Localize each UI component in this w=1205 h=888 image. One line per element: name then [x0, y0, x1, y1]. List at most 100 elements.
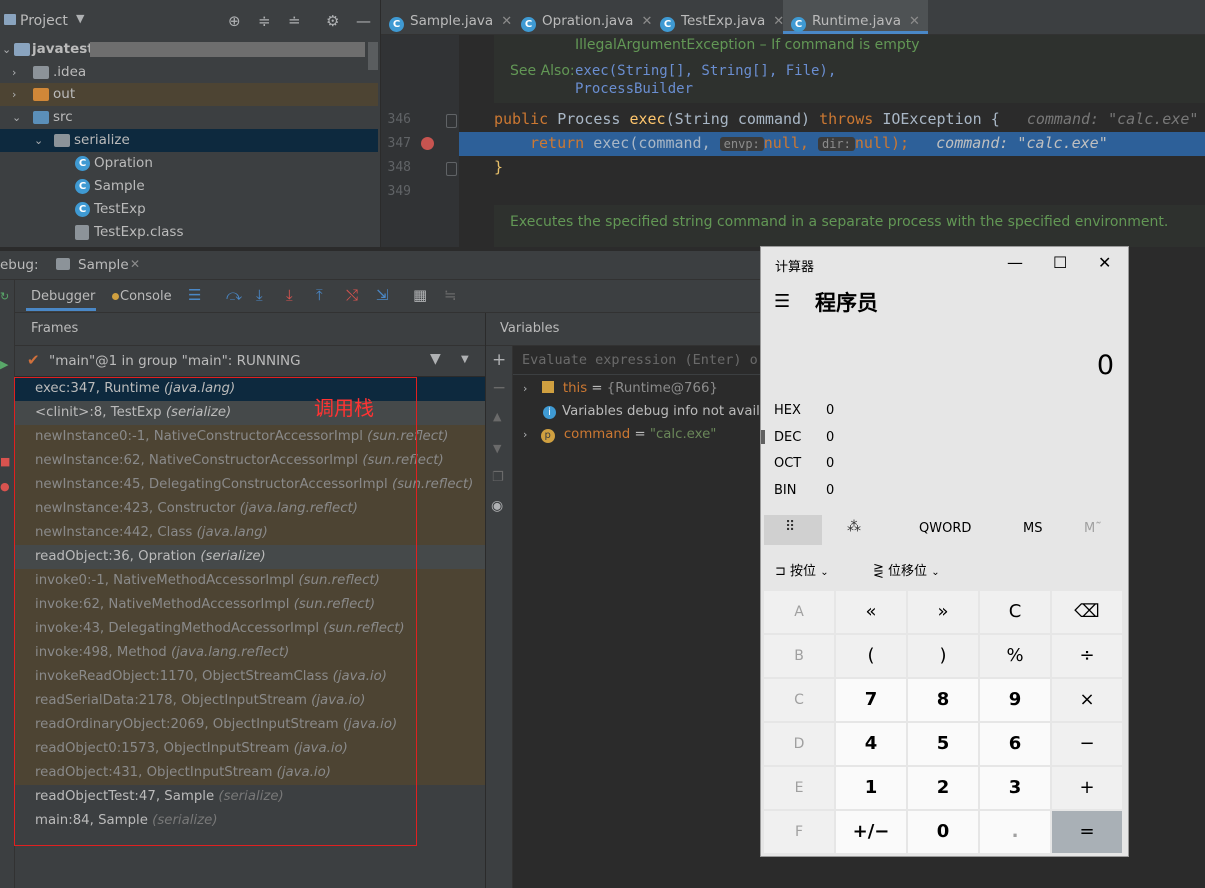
calc-key[interactable]: )	[908, 635, 978, 677]
calc-key[interactable]: B	[764, 635, 834, 677]
stop-icon[interactable]: ■	[0, 455, 10, 468]
bitshift-dropdown[interactable]: ⋛ 位移位 ⌄	[873, 560, 940, 579]
close-icon[interactable]: ✕	[1098, 253, 1111, 272]
tree-item-out[interactable]: › out	[0, 83, 378, 106]
fold-icon[interactable]	[446, 114, 457, 128]
calc-key[interactable]: E	[764, 767, 834, 809]
calc-key[interactable]: D	[764, 723, 834, 765]
tree-item-idea[interactable]: › .idea	[0, 61, 378, 84]
chevron-right-icon[interactable]: ›	[12, 83, 16, 106]
collapse-all-icon[interactable]: ≐	[288, 12, 301, 30]
calc-key[interactable]: 4	[836, 723, 906, 765]
var-this[interactable]: › this = {Runtime@766}	[523, 381, 718, 396]
calc-key[interactable]: .	[980, 811, 1050, 853]
memory-button[interactable]: M˜	[1084, 521, 1102, 536]
calc-key[interactable]: F	[764, 811, 834, 853]
layout-icon[interactable]: ☰	[188, 286, 201, 304]
var-command[interactable]: › p command = "calc.exe"	[523, 427, 716, 443]
calc-key[interactable]: 3	[980, 767, 1050, 809]
hide-icon[interactable]: —	[356, 12, 371, 30]
doc-see-also-link[interactable]: exec(String[], String[], File),	[575, 63, 836, 79]
tree-item-src[interactable]: ⌄ src	[0, 106, 378, 129]
remove-icon[interactable]: −	[492, 378, 506, 398]
calc-key[interactable]: 0	[908, 811, 978, 853]
show-execution-point-icon[interactable]: ⤼	[226, 286, 242, 304]
locate-icon[interactable]: ⊕	[228, 12, 241, 30]
fold-icon[interactable]	[446, 162, 457, 176]
breakpoint-icon[interactable]	[421, 137, 434, 150]
radix-hex[interactable]: HEX 0	[774, 403, 834, 418]
calc-key[interactable]: 2	[908, 767, 978, 809]
chevron-down-icon[interactable]: ▼	[461, 354, 469, 365]
calc-key[interactable]: «	[836, 591, 906, 633]
calc-key[interactable]: =	[1052, 811, 1122, 853]
bit-toggle-icon[interactable]: ⁂	[847, 519, 861, 535]
expand-all-icon[interactable]: ≑	[258, 12, 271, 30]
calc-key[interactable]: −	[1052, 723, 1122, 765]
chevron-down-icon[interactable]: ▼	[76, 12, 84, 25]
step-into-icon[interactable]: ⤓	[286, 286, 293, 304]
calc-key[interactable]: 5	[908, 723, 978, 765]
calc-key[interactable]: (	[836, 635, 906, 677]
thread-selector[interactable]: ✔ "main"@1 in group "main": RUNNING ▼ ▼	[15, 346, 485, 376]
resume-icon[interactable]: ▶	[0, 358, 8, 371]
rerun-icon[interactable]: ↻	[0, 290, 9, 303]
filter-icon[interactable]: ▼	[430, 351, 441, 367]
debug-session-tab[interactable]: Sample	[78, 257, 129, 273]
calc-key[interactable]: %	[980, 635, 1050, 677]
calc-key[interactable]: 7	[836, 679, 906, 721]
calc-key[interactable]: A	[764, 591, 834, 633]
evaluate-icon[interactable]: ▦	[413, 286, 427, 304]
tree-item-opration[interactable]: C Opration	[0, 152, 378, 175]
drop-frame-icon[interactable]: ⤭	[346, 286, 358, 304]
close-icon[interactable]: ✕	[641, 14, 652, 29]
memory-store-button[interactable]: MS	[1023, 521, 1042, 536]
tab-console[interactable]: Console	[120, 289, 172, 304]
step-out-icon[interactable]: ⤒	[316, 286, 323, 304]
calc-key[interactable]: C	[764, 679, 834, 721]
tab-opration-java[interactable]: C Opration.java ✕	[521, 0, 652, 34]
close-icon[interactable]: ✕	[909, 14, 920, 29]
calc-key[interactable]: 1	[836, 767, 906, 809]
close-icon[interactable]: ✕	[130, 257, 140, 271]
calc-key[interactable]: ⌫	[1052, 591, 1122, 633]
radix-oct[interactable]: OCT 0	[774, 456, 834, 471]
calc-key[interactable]: ×	[1052, 679, 1122, 721]
tab-sample-java[interactable]: C Sample.java ✕	[389, 0, 512, 34]
step-over-icon[interactable]: ⤓	[256, 286, 263, 304]
breakpoints-icon[interactable]: ●	[0, 480, 10, 493]
hamburger-menu-icon[interactable]: ☰	[774, 291, 790, 312]
copy-icon[interactable]: ❐	[492, 470, 504, 485]
radix-bin[interactable]: BIN 0	[774, 483, 834, 498]
run-to-cursor-icon[interactable]: ⇲	[376, 286, 389, 304]
tree-item-sample[interactable]: C Sample	[0, 175, 378, 198]
calc-key[interactable]: 8	[908, 679, 978, 721]
arrow-up-icon[interactable]: ▲	[493, 410, 501, 423]
calc-key[interactable]: +/−	[836, 811, 906, 853]
tree-item-testexp-class[interactable]: TestExp.class	[0, 221, 378, 244]
calc-key[interactable]: C	[980, 591, 1050, 633]
chevron-down-icon[interactable]: ⌄	[34, 129, 43, 152]
tab-testexp-java[interactable]: C TestExp.java ✕	[660, 0, 784, 34]
maximize-icon[interactable]: ☐	[1053, 253, 1067, 272]
add-icon[interactable]: +	[492, 350, 506, 370]
chevron-right-icon[interactable]: ›	[523, 428, 527, 441]
chevron-right-icon[interactable]: ›	[12, 61, 16, 84]
tab-runtime-java[interactable]: C Runtime.java ✕	[783, 0, 928, 34]
tab-debugger[interactable]: Debugger	[31, 289, 95, 304]
calc-key[interactable]: »	[908, 591, 978, 633]
tree-item-serialize[interactable]: ⌄ serialize	[0, 129, 378, 152]
chevron-down-icon[interactable]: ⌄	[2, 38, 11, 61]
close-icon[interactable]: ✕	[501, 14, 512, 29]
radix-dec[interactable]: DEC 0	[774, 430, 834, 445]
gear-icon[interactable]: ⚙	[326, 12, 339, 30]
calc-key[interactable]: 9	[980, 679, 1050, 721]
tree-item-testexp[interactable]: C TestExp	[0, 198, 378, 221]
minimize-icon[interactable]: —	[1007, 253, 1023, 272]
doc-see-also-link[interactable]: ProcessBuilder	[575, 81, 693, 97]
calc-key[interactable]: +	[1052, 767, 1122, 809]
eye-icon[interactable]: ◉	[491, 498, 503, 514]
tree-item-javatest[interactable]: ⌄ javatest	[0, 38, 378, 61]
evaluate-expression-input[interactable]: Evaluate expression (Enter) or	[513, 346, 766, 375]
arrow-down-icon[interactable]: ▼	[493, 442, 501, 455]
